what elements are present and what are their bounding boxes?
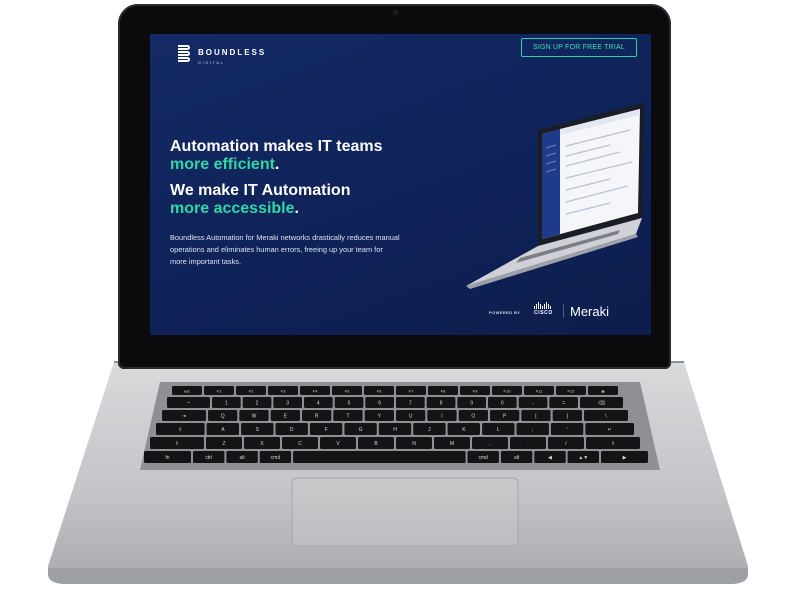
- keyboard-key-label: 1: [225, 401, 228, 407]
- keyboard-key-label: ;: [532, 427, 533, 433]
- keyboard-key-label: ,: [489, 441, 490, 447]
- keyboard-key-label: F5: [345, 389, 350, 394]
- keyboard-key-label: F2: [249, 389, 254, 394]
- keyboard-key-label: ⌫: [598, 401, 605, 407]
- keyboard-key-label: F: [325, 427, 328, 433]
- webcam: [393, 10, 398, 15]
- keyboard-key-label: Z: [222, 441, 225, 447]
- keyboard-key-label: F3: [281, 389, 286, 394]
- signup-trial-button[interactable]: SIGN UP FOR FREE TRIAL: [521, 38, 637, 57]
- keyboard-key-label: F9: [473, 389, 478, 394]
- keyboard-key-label: alt: [514, 455, 520, 461]
- headline-2-tail: .: [294, 200, 299, 217]
- cisco-logo: CISCO: [534, 302, 553, 316]
- keyboard-key-label: ◀: [548, 455, 552, 461]
- powered-by-label: POWERED BY: [489, 310, 521, 315]
- headline-2: We make IT Automation more accessible.: [170, 182, 350, 218]
- keyboard-key-label: fn: [165, 455, 169, 461]
- keyboard-key-label: F4: [313, 389, 318, 394]
- boundless-logo-icon: [178, 44, 192, 63]
- keyboard-key-label: F7: [409, 389, 414, 394]
- keyboard-key-label: ⇥: [182, 414, 186, 420]
- keyboard-key-label: 9: [470, 401, 473, 407]
- brand-name: BOUNDLESS: [198, 48, 267, 57]
- keyboard-key-label: ↵: [608, 427, 612, 433]
- headline-1-white: Automation makes IT teams: [170, 138, 383, 155]
- keyboard-key-label: O: [471, 414, 475, 420]
- laptop-product-illustration: [466, 103, 644, 289]
- boundless-logo[interactable]: BOUNDLESS DIGITAL: [178, 42, 266, 65]
- keyboard-key-label: 8: [440, 401, 443, 407]
- keyboard-key-label: 4: [317, 401, 320, 407]
- website-screen: BOUNDLESS DIGITAL SIGN UP FOR FREE TRIAL…: [150, 34, 651, 335]
- keyboard-key-label: .: [527, 441, 528, 447]
- keyboard-key-label: F8: [441, 389, 446, 394]
- keyboard-key-label: F11: [536, 389, 543, 394]
- keyboard-key-label: =: [562, 401, 565, 407]
- keyboard-key-label: ⇧: [611, 441, 615, 447]
- keyboard-key-label: ⇪: [178, 427, 182, 433]
- keyboard-key-label: L: [497, 427, 500, 433]
- keyboard-key-label: T: [346, 414, 349, 420]
- keyboard-key-label: ~: [187, 401, 190, 407]
- keyboard-key-label: M: [450, 441, 454, 447]
- keyboard-key-label: 5: [348, 401, 351, 407]
- keyboard-key-label: F10: [504, 389, 512, 394]
- keyboard-key-label: ▲▼: [578, 455, 588, 461]
- keyboard-key-label: cmd: [271, 455, 281, 461]
- keyboard-key-label: ⏏: [601, 389, 605, 394]
- headline-1: Automation makes IT teams more efficient…: [170, 138, 383, 174]
- keyboard-key-label: F1: [217, 389, 222, 394]
- keyboard-key-label: 7: [409, 401, 412, 407]
- headline-1-tail: .: [274, 156, 280, 173]
- keyboard-key-label: cmd: [478, 455, 488, 461]
- keyboard-key-label: C: [298, 441, 302, 447]
- cisco-bars-icon: [534, 302, 553, 309]
- headline-2-green: more accessible: [170, 200, 295, 217]
- headline-2-white: We make IT Automation: [170, 182, 351, 199]
- headline-1-green: more efficient: [170, 156, 275, 173]
- keyboard-key-label: alt: [239, 455, 245, 461]
- keyboard-key-label: ': [567, 427, 568, 433]
- meraki-logo: Meraki: [570, 304, 610, 319]
- keyboard-key-label: 6: [378, 401, 381, 407]
- keyboard-key-label: 2: [256, 401, 259, 407]
- cisco-wordmark: CISCO: [534, 310, 553, 316]
- keyboard-key-label: N: [412, 441, 416, 447]
- keyboard-key-label: W: [252, 414, 257, 420]
- brand-sub: DIGITAL: [198, 60, 225, 65]
- description-text: Boundless Automation for Meraki networks…: [170, 233, 400, 266]
- logo-divider: [563, 304, 564, 318]
- keyboard-key-label: R: [315, 414, 319, 420]
- keyboard-key-label: ▶: [623, 455, 627, 461]
- keyboard-key-label: 3: [286, 401, 289, 407]
- keyboard-key-label: esc: [184, 389, 190, 394]
- keyboard-key-label: U: [409, 414, 413, 420]
- keyboard-key[interactable]: [293, 451, 466, 463]
- keyboard-key-label: G: [359, 427, 363, 433]
- keyboard-key-label: I: [441, 414, 442, 420]
- keyboard-key-label: F6: [377, 389, 382, 394]
- keyboard-key-label: H: [393, 427, 397, 433]
- keyboard-key-label: D: [290, 427, 294, 433]
- keyboard-key-label: ctrl: [205, 455, 212, 461]
- keyboard-key-label: 0: [501, 401, 504, 407]
- keyboard-key-label: Q: [221, 414, 225, 420]
- keyboard-key-label: F12: [568, 389, 576, 394]
- keyboard-key-label: ⇧: [175, 441, 179, 447]
